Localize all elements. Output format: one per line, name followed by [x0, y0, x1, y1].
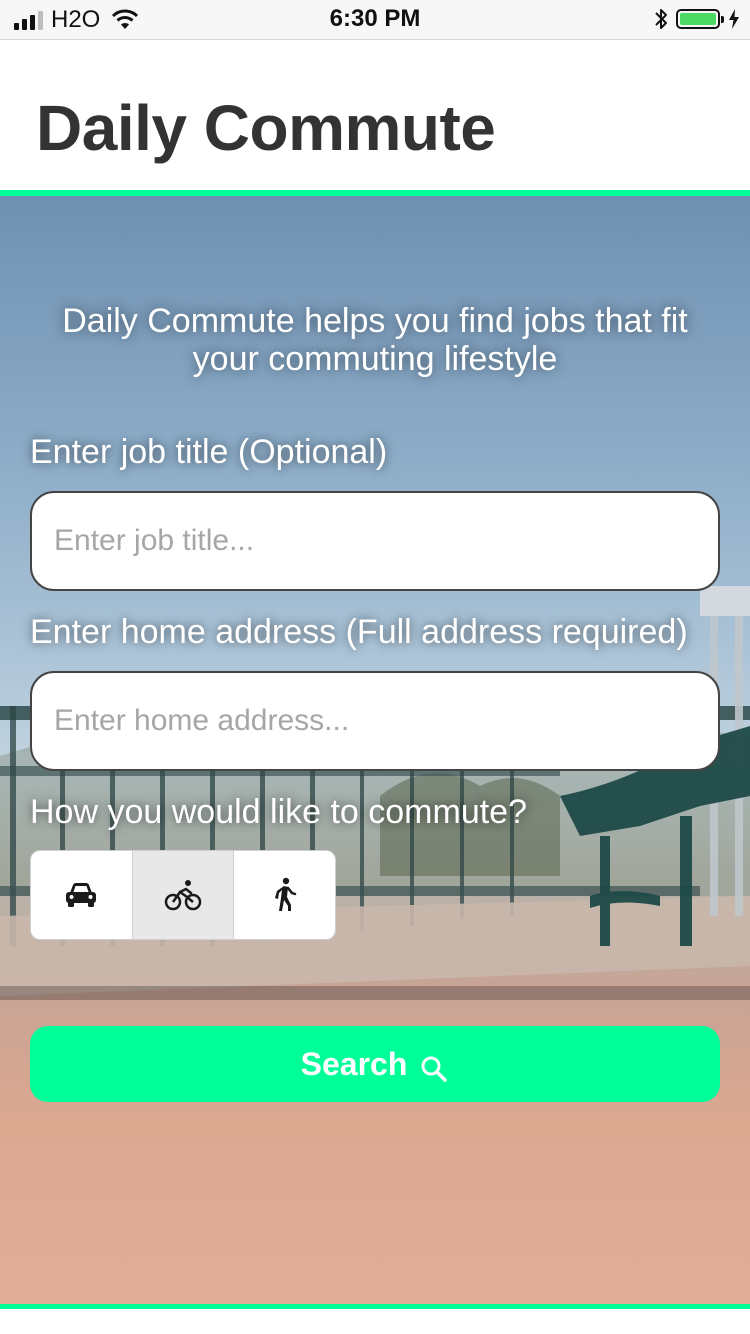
status-right	[654, 7, 740, 31]
commute-option-walk[interactable]	[234, 851, 335, 939]
home-address-input[interactable]	[30, 671, 720, 771]
tagline: Daily Commute helps you find jobs that f…	[62, 302, 688, 378]
bluetooth-icon	[655, 9, 667, 29]
job-title-input[interactable]	[30, 491, 720, 591]
search-icon	[421, 1056, 448, 1082]
search-button-label: Search	[300, 1045, 408, 1082]
bicycle-icon	[164, 880, 202, 911]
footer-accent-bar	[0, 1304, 750, 1309]
status-time: 6:30 PM	[329, 5, 421, 32]
commute-option-bike[interactable]	[132, 851, 235, 939]
commute-option-drive[interactable]	[31, 851, 133, 939]
page-title: Daily Commute	[36, 92, 496, 164]
walking-icon	[274, 877, 296, 911]
commute-mode-selector	[30, 850, 336, 940]
status-bar: H2O 6:30 PM	[0, 0, 750, 40]
home-address-label: Enter home address (Full address require…	[30, 613, 688, 651]
job-title-label: Enter job title (Optional)	[30, 433, 388, 471]
search-button[interactable]: Search	[30, 1026, 720, 1102]
car-icon	[66, 883, 97, 907]
charging-icon	[729, 9, 739, 29]
commute-label: How you would like to commute?	[30, 793, 528, 831]
app-header: Daily Commute	[0, 40, 750, 190]
battery-icon	[676, 9, 724, 29]
